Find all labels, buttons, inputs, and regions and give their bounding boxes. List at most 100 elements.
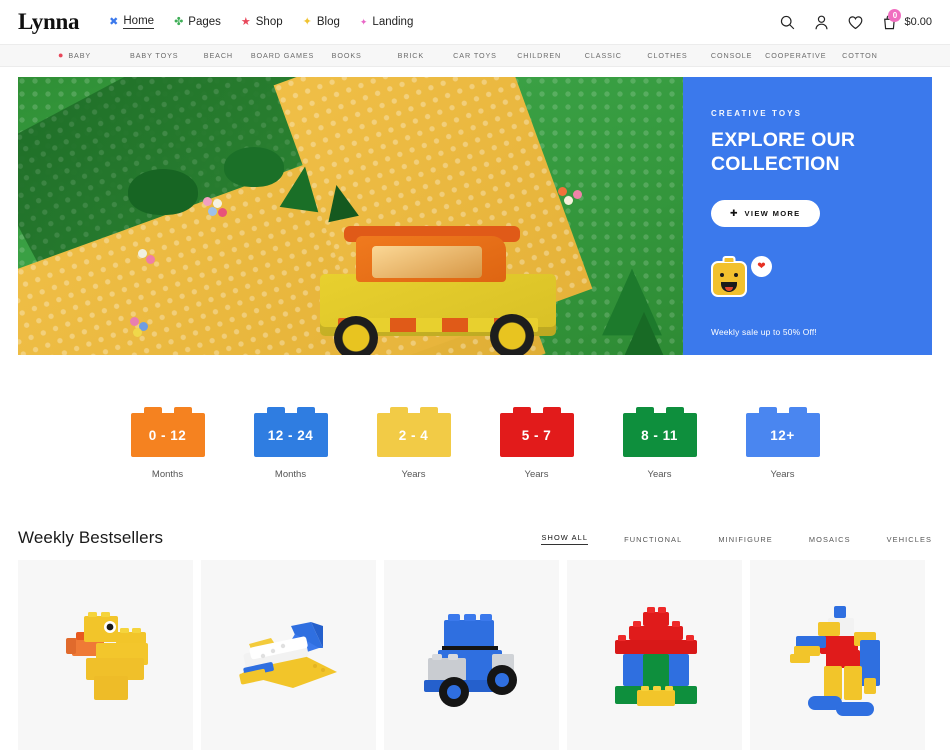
lego-duck-icon	[36, 588, 176, 728]
brick-body: 5 - 7	[499, 413, 574, 457]
category-brick[interactable]: Brick	[379, 51, 443, 60]
lego-robot-product[interactable]	[750, 560, 925, 750]
lego-house-product[interactable]	[567, 560, 742, 750]
category-board-games[interactable]: Board Games	[250, 51, 314, 60]
nav-label-shop: Shop	[255, 16, 283, 28]
user-account-icon[interactable]	[813, 14, 830, 31]
eye	[734, 273, 738, 277]
filter-functional[interactable]: Functional	[624, 535, 682, 544]
plus-icon: ✚	[730, 207, 738, 218]
category-console[interactable]: Console	[700, 51, 764, 60]
brick-body: 8 - 11	[622, 413, 697, 457]
category-children[interactable]: Children	[507, 51, 571, 60]
minifigure-promo: ❤	[711, 256, 772, 297]
category-bar: ● Baby Baby Toys Beach Board Games Books…	[0, 44, 950, 67]
clover-icon: ✤	[174, 15, 184, 28]
bestsellers-filter-tabs: Show All Functional Minifigure Mosaics V…	[541, 533, 932, 548]
category-clothes[interactable]: Clothes	[635, 51, 699, 60]
category-car-toys[interactable]: Car Toys	[443, 51, 507, 60]
category-cooperative[interactable]: Cooperative	[764, 51, 828, 60]
age-group-12-plus-years[interactable]: 12+ Years	[745, 407, 820, 480]
age-range-label: 12+	[770, 427, 795, 443]
age-range-label: 2 - 4	[398, 427, 429, 443]
brick-body: 0 - 12	[130, 413, 205, 457]
star-icon: ★	[240, 15, 251, 28]
car-wheel	[490, 314, 534, 355]
hero-banner: Creative Toys Explore Our Collection ✚ V…	[18, 77, 932, 355]
age-range-label: 5 - 7	[521, 427, 552, 443]
lego-truck-product[interactable]	[384, 560, 559, 750]
view-more-button[interactable]: ✚ View More	[711, 199, 820, 227]
lego-brick-shape: 2 - 4	[376, 407, 451, 457]
bullet-dot-icon: ●	[58, 50, 65, 60]
category-baby-toys[interactable]: Baby Toys	[122, 51, 186, 60]
hero-title: Explore Our Collection	[711, 129, 904, 177]
hero-section: Creative Toys Explore Our Collection ✚ V…	[0, 67, 950, 355]
category-list: ● Baby Baby Toys Beach Board Games Books…	[58, 50, 892, 61]
heart-icon: ❤	[757, 260, 766, 272]
cart-total-amount: $0.00	[904, 16, 932, 28]
category-label: Baby	[68, 51, 92, 60]
category-baby[interactable]: ● Baby	[58, 50, 122, 61]
head-knob	[722, 256, 736, 262]
lego-brick-shape: 8 - 11	[622, 407, 697, 457]
lego-minifigure-head-icon	[711, 256, 747, 297]
wishlist-heart-icon[interactable]	[847, 14, 864, 31]
product-grid	[0, 548, 950, 750]
category-beach[interactable]: Beach	[186, 51, 250, 60]
bestsellers-title: Weekly Bestsellers	[18, 528, 164, 547]
nav-item-home[interactable]: ✖ Home	[109, 15, 155, 29]
lego-brick-shape: 12 - 24	[253, 407, 328, 457]
cart-count-badge: 0	[888, 8, 902, 22]
nav-label-blog: Blog	[316, 16, 340, 28]
tree-icon	[279, 163, 325, 213]
bestsellers-header: Weekly Bestsellers Show All Functional M…	[0, 480, 950, 548]
category-classic[interactable]: Classic	[571, 51, 635, 60]
age-group-5-7-years[interactable]: 5 - 7 Years	[499, 407, 574, 480]
brick-body: 12 - 24	[253, 413, 328, 457]
age-group-0-12-months[interactable]: 0 - 12 Months	[130, 407, 205, 480]
lego-brick-shape: 5 - 7	[499, 407, 574, 457]
small-star-icon: ✦	[359, 16, 368, 27]
tree-icon	[620, 311, 668, 355]
site-header: Lynna ✖ Home ✤ Pages ★ Shop ✦ Blog ✦ Lan…	[0, 0, 950, 44]
speech-bubble: ❤	[751, 256, 772, 277]
lego-brick-shape: 12+	[745, 407, 820, 457]
filter-minifigure[interactable]: Minifigure	[718, 535, 773, 544]
category-books[interactable]: Books	[315, 51, 379, 60]
nav-item-pages[interactable]: ✤ Pages	[174, 16, 221, 28]
hero-lego-landscape-image	[18, 77, 683, 355]
lego-truck-icon	[402, 588, 542, 728]
filter-vehicles[interactable]: Vehicles	[887, 535, 932, 544]
lego-airplane-product[interactable]	[201, 560, 376, 750]
bush-icon	[224, 147, 284, 187]
mouth	[721, 282, 737, 292]
age-range-label: 8 - 11	[641, 427, 678, 443]
age-range-label: 12 - 24	[267, 427, 314, 443]
lego-duck-product[interactable]	[18, 560, 193, 750]
age-unit-label: Years	[524, 469, 549, 480]
lego-offroad-car	[298, 222, 578, 355]
search-icon[interactable]	[779, 14, 796, 31]
lego-airplane-icon	[219, 588, 359, 728]
filter-mosaics[interactable]: Mosaics	[809, 535, 851, 544]
age-unit-label: Years	[770, 469, 795, 480]
hero-text-panel: Creative Toys Explore Our Collection ✚ V…	[683, 77, 932, 355]
category-cotton[interactable]: Cotton	[828, 51, 892, 60]
car-windshield	[372, 246, 482, 278]
nav-item-shop[interactable]: ★ Shop	[241, 16, 283, 28]
age-unit-label: Years	[647, 469, 672, 480]
lego-house-icon	[585, 588, 725, 728]
age-group-2-4-years[interactable]: 2 - 4 Years	[376, 407, 451, 480]
car-wheel	[334, 316, 378, 355]
cart-button[interactable]: 0 $0.00	[881, 8, 932, 31]
filter-show-all[interactable]: Show All	[541, 533, 589, 545]
nav-label-landing: Landing	[372, 16, 414, 28]
age-group-8-11-years[interactable]: 8 - 11 Years	[622, 407, 697, 480]
nav-item-blog[interactable]: ✦ Blog	[303, 16, 340, 28]
hero-sale-text: Weekly sale up to 50% Off!	[711, 327, 817, 337]
age-group-12-24-months[interactable]: 12 - 24 Months	[253, 407, 328, 480]
eye	[720, 273, 724, 277]
nav-item-landing[interactable]: ✦ Landing	[360, 16, 413, 28]
site-logo[interactable]: Lynna	[18, 9, 79, 35]
